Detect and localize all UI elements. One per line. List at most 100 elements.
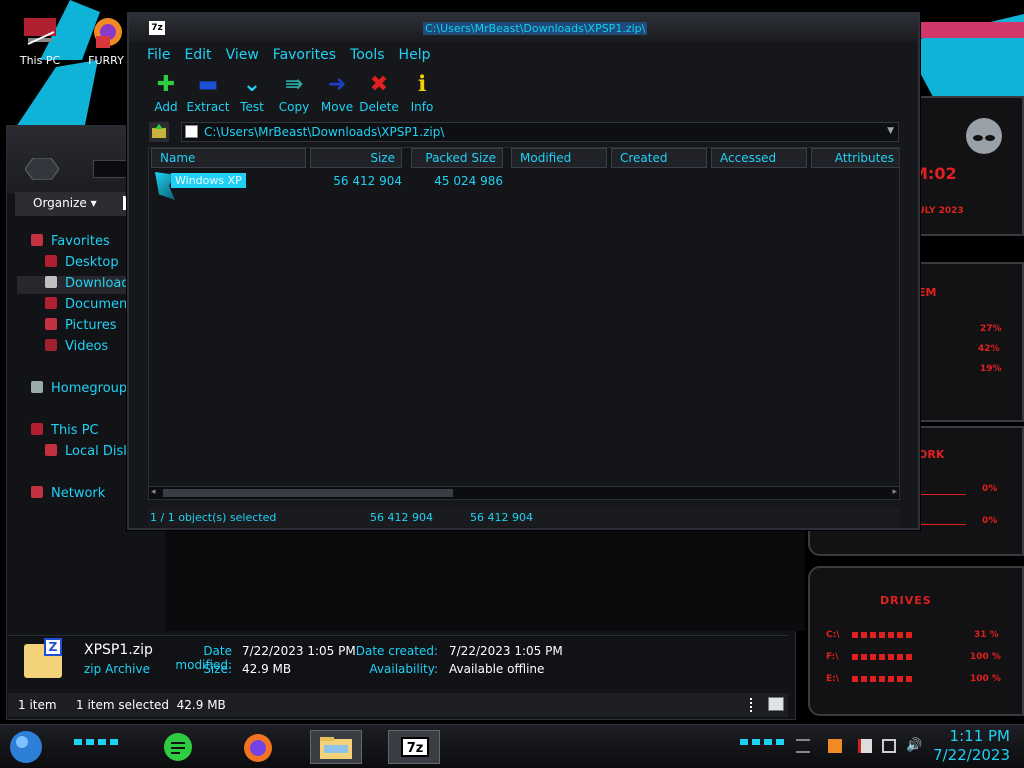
taskbar-firefox-button[interactable] <box>240 730 276 764</box>
disk-icon <box>45 444 57 456</box>
sidebar-item-homegroup[interactable]: Homegroup <box>31 381 127 399</box>
gadget-memory-value: 19% <box>980 364 1002 374</box>
gadget-network-value: 0% <box>982 516 998 526</box>
flag-icon[interactable] <box>858 739 872 753</box>
menu-edit[interactable]: Edit <box>184 47 211 63</box>
sidebar-item-label: Homegroup <box>51 381 128 396</box>
status-item-count: 1 item <box>18 698 57 712</box>
sevenzip-icon: 7z <box>401 737 429 757</box>
details-created-label: Date created: <box>355 644 438 658</box>
homegroup-icon <box>31 381 43 393</box>
info-button[interactable]: ℹ Info <box>397 72 447 114</box>
column-header-size[interactable]: Size <box>310 148 402 168</box>
sidebar-item-label: Local Disk <box>65 444 131 459</box>
sidebar-item-documents[interactable]: Documents <box>45 297 139 315</box>
network-tray-icon[interactable] <box>882 739 896 753</box>
table-row[interactable]: Windows XP 56 412 904 45 024 986 <box>149 172 899 204</box>
tiles-view-button[interactable] <box>768 697 784 711</box>
chevron-down-icon[interactable]: ▼ <box>887 126 894 136</box>
file-list: Name Size Packed Size Modified Created Access… <box>148 147 900 499</box>
column-header-packed-size[interactable]: Packed Size <box>411 148 503 168</box>
desktop-icon-this-pc[interactable]: This PC <box>10 14 70 67</box>
sevenzip-app-icon: 7z <box>149 21 165 35</box>
details-file-type: zip Archive <box>84 662 150 676</box>
sevenzip-window: 7z C:\Users\MrBeast\Downloads\XPSP1.zip\… <box>127 12 920 530</box>
menu-favorites[interactable]: Favorites <box>273 47 336 63</box>
gadget-memory-value: 27% <box>980 324 1002 334</box>
sidebar-item-label: Desktop <box>65 255 119 270</box>
gadget-drives-label: DRIVES <box>880 594 932 607</box>
details-size-label: Size: <box>203 662 232 676</box>
scroll-thumb[interactable] <box>163 489 453 497</box>
drive-f-label: F:\ <box>826 652 839 662</box>
drives-gadget: DRIVES C:\ 31 % F:\ 100 % E:\ 100 % <box>808 566 1024 716</box>
drive-f-value: 100 % <box>970 652 1001 662</box>
drive-c-label: C:\ <box>826 630 840 640</box>
zip-file-icon: Z <box>24 638 62 678</box>
scroll-left-icon[interactable]: ◂ <box>151 487 156 497</box>
drive-e-value: 100 % <box>970 674 1001 684</box>
star-icon <box>31 234 43 246</box>
path-input[interactable]: C:\Users\MrBeast\Downloads\XPSP1.zip\ ▼ <box>181 122 899 142</box>
details-availability-label: Availability: <box>369 662 438 676</box>
gadget-memory-label: EM <box>918 286 937 299</box>
explorer-status-bar: 1 item 1 item selected 42.9 MB <box>8 693 788 717</box>
sidebar-item-downloads[interactable]: Downloads <box>17 276 137 294</box>
menu-tools[interactable]: Tools <box>350 47 385 63</box>
drive-e-label: E:\ <box>826 674 840 684</box>
desktop-icon <box>45 255 57 267</box>
column-header-attributes[interactable]: Attributes <box>811 148 899 168</box>
details-created-value: 7/22/2023 1:05 PM <box>449 644 563 658</box>
sevenzip-title-bar[interactable]: 7z C:\Users\MrBeast\Downloads\XPSP1.zip\ <box>129 14 918 42</box>
status-selection-count: 1 / 1 object(s) selected <box>150 511 277 524</box>
gadget-memory-value: 42% <box>978 344 1000 354</box>
sidebar-item-favorites[interactable]: Favorites <box>31 234 110 252</box>
sidebar-item-pictures[interactable]: Pictures <box>45 318 116 336</box>
row-packed-size: 45 024 986 <box>434 174 503 188</box>
back-icon[interactable] <box>25 158 59 180</box>
volume-icon[interactable]: 🔊 <box>906 739 922 753</box>
explorer-icon <box>320 737 352 759</box>
menu-help[interactable]: Help <box>399 47 431 63</box>
wallpaper-art <box>14 60 98 130</box>
taskbar-notes-button[interactable] <box>160 730 196 764</box>
download-icon <box>45 276 57 288</box>
extract-button[interactable]: ▬ Extract <box>183 72 233 114</box>
column-header-created[interactable]: Created <box>611 148 707 168</box>
sidebar-item-label: Videos <box>65 339 109 354</box>
toolbar-label: Extract <box>186 100 230 114</box>
status-size: 56 412 904 <box>370 511 433 524</box>
taskbar-sevenzip-button[interactable]: 7z <box>388 730 440 764</box>
tray-app-icon[interactable] <box>828 739 842 753</box>
sidebar-item-desktop[interactable]: Desktop <box>45 255 119 273</box>
sidebar-item-network[interactable]: Network <box>31 486 105 504</box>
taskbar-explorer-button[interactable] <box>310 730 362 764</box>
zip-icon <box>185 125 198 138</box>
status-packed-size: 56 412 904 <box>470 511 533 524</box>
column-header-modified[interactable]: Modified <box>511 148 607 168</box>
taskbar: 7z 🔊 1:11 PM 7/22/2023 <box>0 724 1024 768</box>
taskbar-clock[interactable]: 1:11 PM 7/22/2023 <box>933 727 1010 765</box>
tray-menu-icon[interactable] <box>796 739 810 753</box>
up-folder-button[interactable] <box>149 122 169 142</box>
sidebar-item-videos[interactable]: Videos <box>45 339 108 357</box>
menu-view[interactable]: View <box>226 47 259 63</box>
app-icon <box>86 14 126 50</box>
file-list-area <box>165 531 805 631</box>
column-header-name[interactable]: Name <box>151 148 306 168</box>
info-icon: ℹ <box>417 72 427 97</box>
horizontal-scrollbar[interactable]: ◂ ▸ <box>148 486 900 500</box>
details-modified-value: 7/22/2023 1:05 PM <box>242 644 356 658</box>
sidebar-item-this-pc[interactable]: This PC <box>31 423 99 441</box>
menu-file[interactable]: File <box>147 47 170 63</box>
details-view-button[interactable] <box>750 698 756 712</box>
row-name: Windows XP <box>171 173 246 188</box>
column-header-accessed[interactable]: Accessed <box>711 148 807 168</box>
start-button[interactable] <box>6 729 46 763</box>
gadget-network-value: 0% <box>982 484 998 494</box>
organize-button[interactable]: Organize ▾ <box>15 192 135 216</box>
drive-f-bar <box>852 654 912 660</box>
wallpaper-art <box>920 22 1024 38</box>
sidebar-item-local-disk[interactable]: Local Disk <box>45 444 131 462</box>
scroll-right-icon[interactable]: ▸ <box>892 487 897 497</box>
